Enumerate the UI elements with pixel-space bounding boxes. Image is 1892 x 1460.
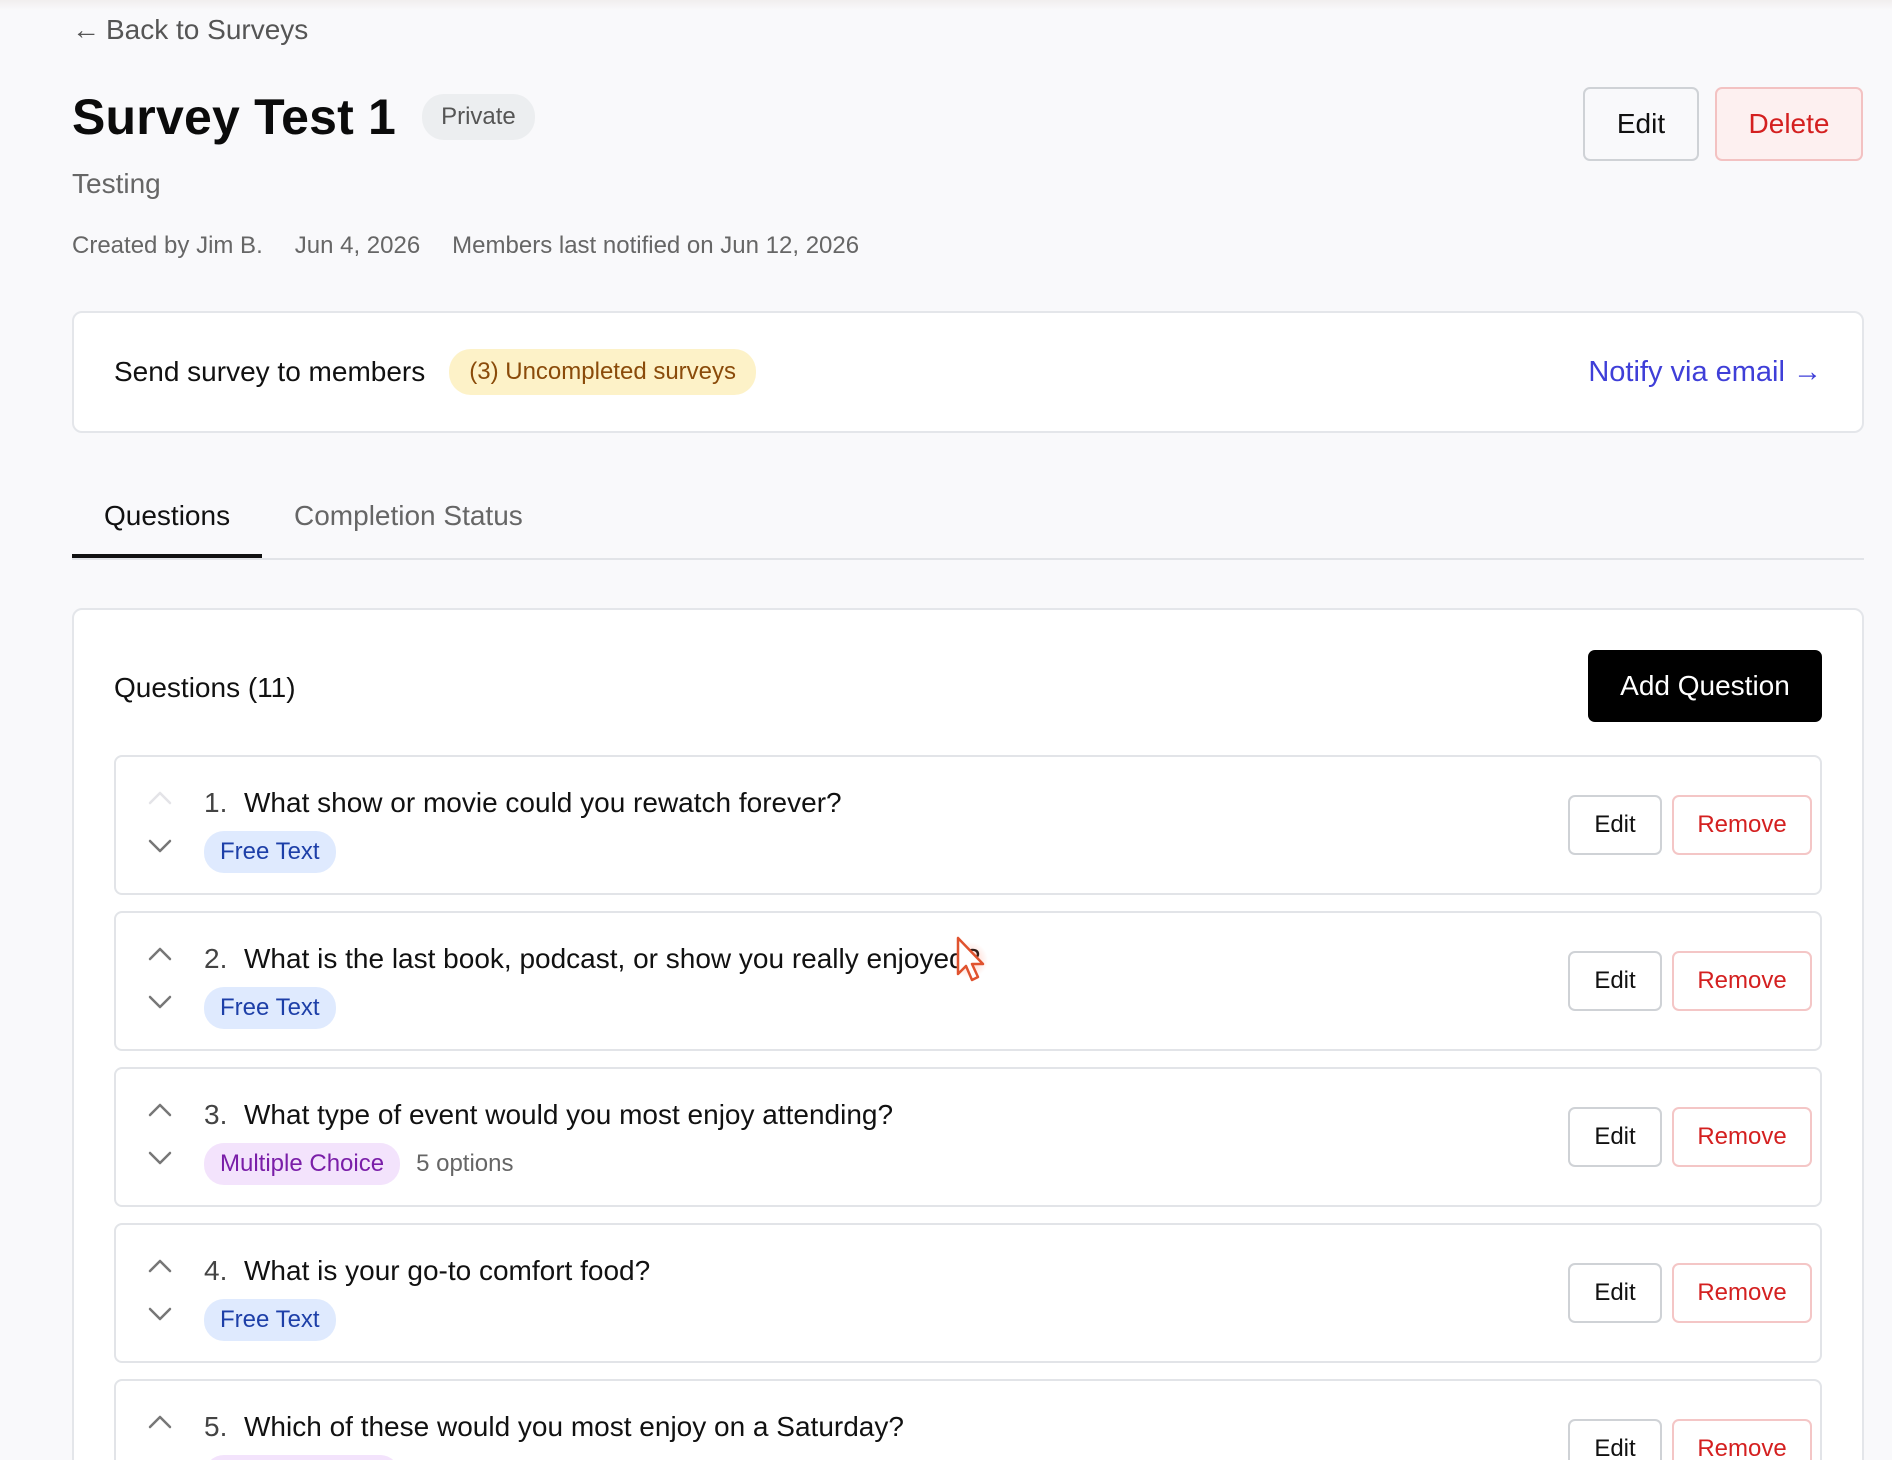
question-number: 4. [204,1255,228,1286]
question-item: 3. What type of event would you most enj… [114,1067,1822,1207]
remove-question-button[interactable]: Remove [1672,1263,1812,1323]
move-down-icon[interactable] [146,991,174,1013]
add-question-button[interactable]: Add Question [1588,650,1822,722]
question-type-badge: Free Text [204,987,336,1029]
question-number: 5. [204,1411,228,1442]
question-item: 4. What is your go-to comfort food? Free… [114,1223,1822,1363]
question-text: What type of event would you most enjoy … [244,1099,894,1130]
question-tags: Free Text [204,987,336,1029]
question-type-badge: Multiple Choice [204,1143,401,1185]
question-text: What is your go-to comfort food? [244,1255,651,1286]
active-tab-indicator [72,554,262,558]
created-date: Jun 4, 2026 [294,232,421,259]
question-number: 2. [204,943,228,974]
tab-completion-status[interactable]: Completion Status [294,500,523,532]
remove-question-button[interactable]: Remove [1672,951,1812,1011]
move-up-icon[interactable] [146,1411,174,1433]
back-link-label: Back to Surveys [106,14,309,45]
questions-heading: Questions (11) [114,672,296,703]
edit-question-button[interactable]: Edit [1568,1107,1662,1167]
move-up-icon[interactable] [146,1255,174,1277]
edit-question-button[interactable]: Edit [1568,1263,1662,1323]
question-tags: Multiple Choice 5 options [204,1143,513,1185]
move-up-icon[interactable] [146,1099,174,1121]
edit-survey-button[interactable]: Edit [1583,87,1699,161]
move-down-icon[interactable] [146,1303,174,1325]
survey-description: Testing [72,168,161,199]
edit-question-button[interactable]: Edit [1568,951,1662,1011]
question-text: Which of these would you most enjoy on a… [244,1411,904,1442]
question-type-badge: Multiple Choice [204,1455,401,1460]
title-row: Survey Test 1 Private [72,88,535,146]
tab-questions[interactable]: Questions [104,500,230,532]
page-title: Survey Test 1 [72,89,397,145]
question-tags: Free Text [204,1299,336,1341]
back-to-surveys-link[interactable]: ← Back to Surveys [72,14,308,46]
remove-question-button[interactable]: Remove [1672,1419,1812,1460]
question-number: 1. [204,787,228,818]
top-shadow [0,0,1892,10]
question-type-badge: Free Text [204,1299,336,1341]
edit-question-button[interactable]: Edit [1568,1419,1662,1460]
last-notified: Members last notified on Jun 12, 2026 [452,232,860,259]
created-by: Created by Jim B. [72,232,263,259]
survey-meta: Created by Jim B. Jun 4, 2026 Members la… [72,232,859,260]
question-options-count: 5 options [416,1150,514,1177]
mouse-cursor-icon [952,936,988,982]
question-tags: Free Text [204,831,336,873]
delete-survey-button[interactable]: Delete [1715,87,1863,161]
remove-question-button[interactable]: Remove [1672,795,1812,855]
remove-question-button[interactable]: Remove [1672,1107,1812,1167]
tab-bar: Questions Completion Status [72,492,1864,560]
move-up-icon[interactable] [146,943,174,965]
visibility-badge: Private [422,94,535,140]
notify-card: Send survey to members (3) Uncompleted s… [72,311,1864,433]
notify-via-email-link[interactable]: Notify via email → [1588,356,1822,389]
edit-question-button[interactable]: Edit [1568,795,1662,855]
arrow-left-icon: ← [72,14,100,45]
move-down-icon[interactable] [146,1147,174,1169]
question-tags: Multiple Choice [204,1455,401,1460]
question-text: What is the last book, podcast, or show … [244,943,981,974]
question-number: 3. [204,1099,228,1130]
question-item: 1. What show or movie could you rewatch … [114,755,1822,895]
question-type-badge: Free Text [204,831,336,873]
move-down-icon[interactable] [146,835,174,857]
questions-panel: Questions (11) Add Question 1. What show… [72,608,1864,1460]
uncompleted-surveys-badge: (3) Uncompleted surveys [449,349,757,395]
move-up-icon [146,787,174,809]
question-item: 5. Which of these would you most enjoy o… [114,1379,1822,1460]
question-text: What show or movie could you rewatch for… [244,787,842,818]
notify-label: Send survey to members [114,356,426,387]
